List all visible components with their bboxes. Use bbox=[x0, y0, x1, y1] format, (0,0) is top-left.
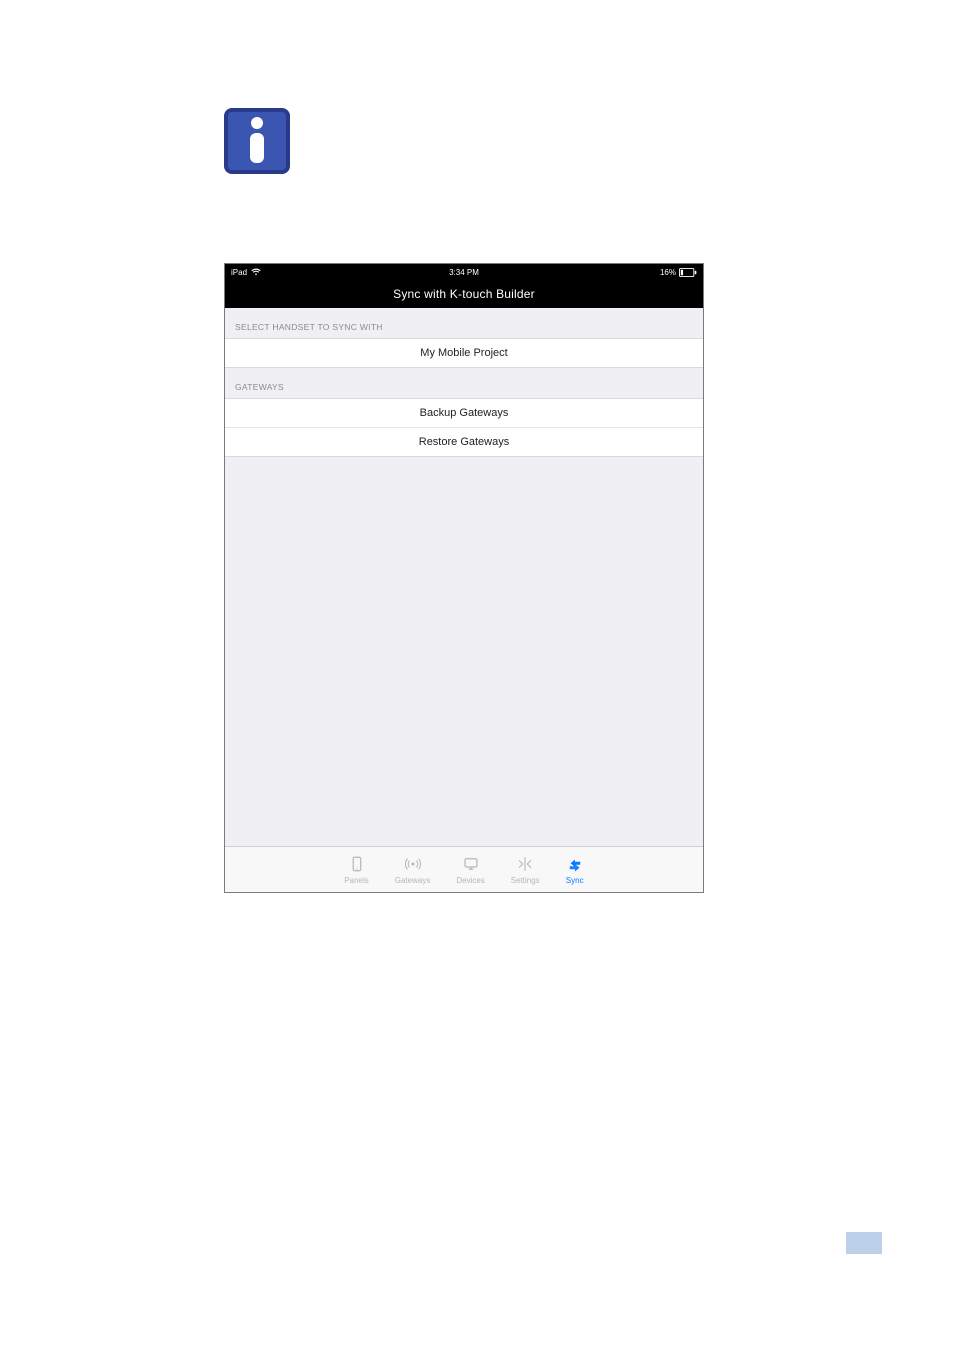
devices-icon bbox=[462, 855, 480, 875]
ios-status-bar: iPad 3:34 PM 16% bbox=[225, 264, 703, 280]
tab-label: Devices bbox=[456, 877, 484, 885]
row-label: Restore Gateways bbox=[419, 436, 509, 448]
battery-percent: 16% bbox=[660, 268, 676, 277]
row-my-mobile-project[interactable]: My Mobile Project bbox=[225, 338, 703, 368]
nav-title: Sync with K-touch Builder bbox=[393, 287, 535, 301]
tab-bar: Panels Gateways bbox=[225, 846, 703, 892]
gateways-icon bbox=[404, 855, 422, 875]
tab-panels[interactable]: Panels bbox=[344, 855, 368, 885]
wifi-icon bbox=[251, 268, 261, 276]
row-label: My Mobile Project bbox=[420, 347, 507, 359]
tab-devices[interactable]: Devices bbox=[456, 855, 484, 885]
section-header-handset: SELECT HANDSET TO SYNC WITH bbox=[225, 308, 703, 338]
empty-area bbox=[225, 457, 703, 846]
tab-label: Panels bbox=[344, 877, 368, 885]
row-restore-gateways[interactable]: Restore Gateways bbox=[225, 428, 703, 457]
info-icon bbox=[224, 108, 290, 174]
tab-sync[interactable]: Sync bbox=[566, 855, 584, 885]
settings-icon bbox=[516, 855, 534, 875]
panels-icon bbox=[348, 855, 366, 875]
page-number-badge bbox=[846, 1232, 882, 1254]
clock: 3:34 PM bbox=[225, 268, 703, 277]
tab-label: Sync bbox=[566, 877, 584, 885]
tab-settings[interactable]: Settings bbox=[511, 855, 540, 885]
nav-bar: Sync with K-touch Builder bbox=[225, 280, 703, 308]
info-glyph bbox=[243, 117, 271, 165]
section-header-gateways: GATEWAYS bbox=[225, 368, 703, 398]
battery-icon bbox=[679, 268, 697, 277]
device-label: iPad bbox=[231, 268, 247, 277]
tab-label: Settings bbox=[511, 877, 540, 885]
ipad-screenshot: iPad 3:34 PM 16% bbox=[224, 263, 704, 893]
tab-label: Gateways bbox=[395, 877, 431, 885]
row-label: Backup Gateways bbox=[420, 407, 509, 419]
sync-icon bbox=[566, 855, 584, 875]
row-backup-gateways[interactable]: Backup Gateways bbox=[225, 398, 703, 428]
tab-gateways[interactable]: Gateways bbox=[395, 855, 431, 885]
